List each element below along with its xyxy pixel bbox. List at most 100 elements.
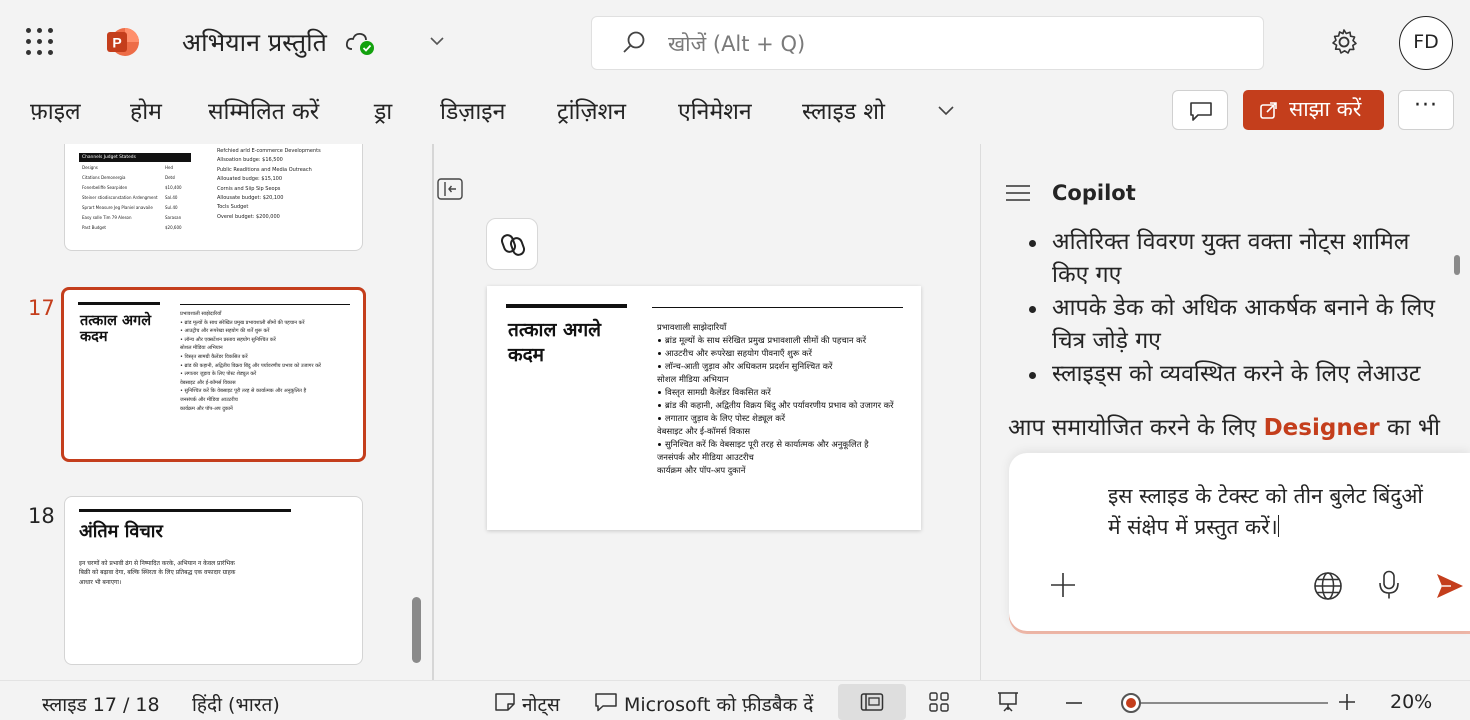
thumb-18-accent-bar xyxy=(79,509,291,512)
send-icon[interactable] xyxy=(1435,572,1465,600)
comment-icon xyxy=(1190,102,1212,121)
thumb-16-table-values: Hed Detsl $10,400 Sal.40 Sul.40 Sarasan … xyxy=(165,165,182,230)
thumbnail-scrollbar[interactable] xyxy=(412,597,421,663)
zoom-slider-track[interactable] xyxy=(1130,702,1328,704)
copilot-response-item: अतिरिक्त विवरण युक्त वक्ता नोट्स शामिल क… xyxy=(1022,226,1452,292)
normal-view-button[interactable] xyxy=(838,684,906,720)
slide-number-18: 18 xyxy=(28,504,55,528)
ribbon: फ़ाइल होम सम्मिलित करें ड्रा डिज़ाइन ट्र… xyxy=(0,82,1470,144)
feedback-icon[interactable] xyxy=(594,692,618,712)
svg-text:P: P xyxy=(112,35,121,51)
normal-view-icon xyxy=(860,693,884,711)
slide-bullet-item: आउटरीच और रूपरेखा सहयोग पीवनाएँ शुरू करे… xyxy=(657,347,912,360)
slide-heading-item: जनसंपर्क और मीडिया आउटरीच xyxy=(657,452,754,462)
copilot-response-paragraph: आप समायोजित करने के लिए Designer का भी xyxy=(1008,415,1441,441)
globe-icon[interactable] xyxy=(1313,571,1343,601)
collapse-panel-icon[interactable] xyxy=(437,177,463,201)
search-box[interactable]: खोजें (Alt + Q) xyxy=(591,16,1264,70)
chevron-down-icon[interactable] xyxy=(428,34,446,48)
slide-bullet-text: आउटरीच और रूपरेखा सहयोग पीवनाएँ शुरू करे… xyxy=(665,348,812,358)
notes-icon[interactable] xyxy=(494,692,516,712)
thumb-16-table-rows: Designs Citations Demonergia Fonerbeliff… xyxy=(82,165,158,230)
thumb-18-body: इन चरणों को प्रभावी ढंग से निष्पादित करक… xyxy=(79,560,236,586)
search-placeholder: खोजें (Alt + Q) xyxy=(668,32,806,56)
share-icon xyxy=(1260,102,1277,119)
avatar[interactable]: FD xyxy=(1399,16,1453,70)
bullet-dot xyxy=(658,339,661,342)
slide-title[interactable]: तत्काल अगले कदम xyxy=(508,318,633,368)
text-caret xyxy=(1277,515,1280,537)
language-indicator[interactable]: हिंदी (भारत) xyxy=(192,691,280,717)
search-icon xyxy=(623,31,645,53)
tab-slide-show[interactable]: स्लाइड शो xyxy=(802,94,885,126)
zoom-in-icon[interactable] xyxy=(1337,692,1357,712)
presenter-view-icon[interactable] xyxy=(996,690,1020,714)
share-label: साझा करें xyxy=(1289,97,1362,121)
slide-thumbnail-17[interactable]: तत्काल अगले कदम प्रभावशाली साझेदारियाँ •… xyxy=(61,287,366,462)
slide-bullet-item: लगातार जुड़ाव के लिए पोस्ट शेड्यूल करें xyxy=(657,412,912,425)
bullet-dot xyxy=(658,443,661,446)
slide-divider-line xyxy=(652,307,903,308)
tab-transitions[interactable]: ट्रांज़िशन xyxy=(557,94,626,126)
slide-bullet-text: विस्तृत सामग्री कैलेंडर विकसित करें xyxy=(665,387,771,397)
zoom-level[interactable]: 20% xyxy=(1390,691,1432,713)
slide-bullet-item: ब्रांड मूल्यों के साथ संरेखित प्रमुख प्र… xyxy=(657,334,912,347)
menu-icon[interactable] xyxy=(1005,183,1031,203)
slide-heading-item: वेबसाइट और ई-कॉमर्स विकास xyxy=(657,426,751,436)
plus-icon[interactable] xyxy=(1050,572,1076,598)
bullet-dot xyxy=(658,352,661,355)
share-button[interactable]: साझा करें xyxy=(1243,90,1384,130)
powerpoint-logo-icon: P xyxy=(107,28,139,56)
slide-bullet-text: सुनिश्चित करें कि वेबसाइट पूरी तरह से का… xyxy=(665,439,869,449)
slide-heading-item: सोशल मीडिया अभियान xyxy=(657,374,729,384)
thumb-16-table-header: Channels Judget Stateds xyxy=(82,155,136,160)
more-tabs-chevron-icon[interactable] xyxy=(936,104,956,118)
bullet-dot xyxy=(658,404,661,407)
tab-file[interactable]: फ़ाइल xyxy=(30,94,81,126)
more-options-button[interactable]: ··· xyxy=(1398,90,1454,130)
slide-bullet-item: विस्तृत सामग्री कैलेंडर विकसित करें xyxy=(657,386,912,399)
bullet-dot xyxy=(658,391,661,394)
slide-sorter-icon[interactable] xyxy=(928,691,950,713)
comments-button[interactable] xyxy=(1172,90,1228,130)
notes-button[interactable]: नोट्स xyxy=(522,691,560,717)
tab-home[interactable]: होम xyxy=(130,94,162,126)
zoom-slider-thumb[interactable] xyxy=(1121,693,1141,713)
slide-bullet-item: ब्रांड की कहानी, अद्वितीय विक्रय बिंदु औ… xyxy=(657,399,912,412)
feedback-button[interactable]: Microsoft को फ़ीडबैक दें xyxy=(624,691,813,717)
copilot-scrollbar[interactable] xyxy=(1454,255,1460,275)
copilot-response-item: स्लाइड्स को व्यवस्थित करने के लिए लेआउट xyxy=(1022,358,1452,391)
status-bar: स्लाइड 17 / 18 हिंदी (भारत) नोट्स Micros… xyxy=(0,680,1470,720)
gear-icon[interactable] xyxy=(1328,26,1360,58)
microphone-icon[interactable] xyxy=(1378,570,1400,600)
slide-bullet-item: सुनिश्चित करें कि वेबसाइट पूरी तरह से का… xyxy=(657,438,912,451)
tab-insert[interactable]: सम्मिलित करें xyxy=(208,94,319,126)
thumb-17-divider xyxy=(180,304,350,305)
tab-design[interactable]: डिज़ाइन xyxy=(440,94,505,126)
copilot-title: Copilot xyxy=(1052,181,1136,205)
thumb-17-title: तत्काल अगले कदम xyxy=(80,313,152,345)
thumb-16-bullets: Refchied arld E-commerce Developments Al… xyxy=(217,148,321,220)
document-title[interactable]: अभियान प्रस्तुति xyxy=(182,25,327,59)
thumb-17-accent-bar xyxy=(78,302,160,305)
zoom-out-icon[interactable] xyxy=(1064,693,1084,713)
slide-thumbnail-18[interactable]: अंतिम विचार इन चरणों को प्रभावी ढंग से न… xyxy=(64,496,363,665)
slide-bullet-text: ब्रांड की कहानी, अद्वितीय विक्रय बिंदु औ… xyxy=(665,400,894,410)
tab-draw[interactable]: ड्रा xyxy=(374,94,392,126)
slide-bullet-text: लगातार जुड़ाव के लिए पोस्ट शेड्यूल करें xyxy=(665,413,786,423)
copilot-button[interactable] xyxy=(486,218,538,270)
bullet-dot xyxy=(658,365,661,368)
thumb-17-body: प्रभावशाली साझेदारियाँ • ब्रांड मूल्यों … xyxy=(180,311,321,412)
copilot-response-item: आपके डेक को अधिक आकर्षक बनाने के लिए चित… xyxy=(1022,292,1452,358)
slide-thumbnail-16[interactable]: Channels Judget Stateds Designs Citation… xyxy=(64,144,363,251)
copilot-prompt-input[interactable]: इस स्लाइड के टेक्स्ट को तीन बुलेट बिंदुओ… xyxy=(1108,481,1438,543)
app-launcher-icon[interactable] xyxy=(26,28,54,56)
current-slide-canvas[interactable]: तत्काल अगले कदम प्रभावशाली साझेदारियाँ ब्… xyxy=(487,286,921,530)
copilot-response-list: अतिरिक्त विवरण युक्त वक्ता नोट्स शामिल क… xyxy=(1022,226,1452,391)
tab-animations[interactable]: एनिमेशन xyxy=(678,94,752,126)
thumb-18-title: अंतिम विचार xyxy=(79,521,163,542)
slide-accent-bar xyxy=(506,304,627,308)
designer-link[interactable]: Designer xyxy=(1264,415,1380,441)
slide-body-text[interactable]: प्रभावशाली साझेदारियाँ ब्रांड मूल्यों के … xyxy=(657,321,912,477)
cloud-saved-icon[interactable] xyxy=(344,30,376,56)
